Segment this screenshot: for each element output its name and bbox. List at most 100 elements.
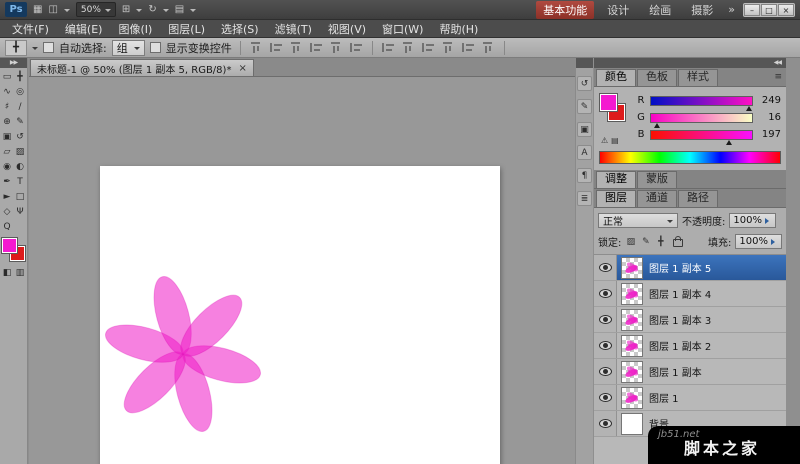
- clone-stamp-tool[interactable]: ▣: [1, 129, 14, 144]
- distribute-vertical-centers-button[interactable]: [401, 41, 416, 54]
- brushes-panel-icon[interactable]: ✎: [577, 99, 592, 114]
- document-tab[interactable]: 未标题-1 @ 50% (图层 1 副本 5, RGB/8)* ×: [30, 59, 254, 76]
- visibility-toggle[interactable]: [594, 359, 617, 384]
- zoom-level-select[interactable]: 50%: [76, 2, 116, 17]
- history-brush-tool[interactable]: ↺: [14, 129, 27, 144]
- layer-thumbnail[interactable]: [621, 387, 643, 409]
- move-tool[interactable]: ╋: [14, 69, 27, 84]
- lock-all-icon[interactable]: [673, 239, 683, 247]
- tab-paths[interactable]: 路径: [678, 190, 718, 207]
- auto-select-scope-select[interactable]: 组: [112, 40, 145, 56]
- gradient-tool[interactable]: ▨: [14, 144, 27, 159]
- menu-layer[interactable]: 图层(L): [160, 21, 213, 37]
- layer-row[interactable]: 图层 1 副本 5: [594, 255, 786, 281]
- layer-row-main[interactable]: 图层 1 副本: [617, 359, 786, 384]
- arrange-documents-icon[interactable]: ▤: [175, 5, 184, 15]
- layer-row-main[interactable]: 图层 1: [617, 385, 786, 410]
- tab-masks[interactable]: 蒙版: [637, 171, 677, 188]
- align-left-edges-button[interactable]: [309, 41, 324, 54]
- spinner-arrow-icon[interactable]: [765, 218, 772, 224]
- color-spectrum-ramp[interactable]: [599, 151, 781, 164]
- auto-select-checkbox[interactable]: [43, 42, 54, 53]
- red-channel-slider[interactable]: [650, 96, 753, 106]
- menu-select[interactable]: 选择(S): [213, 21, 267, 37]
- websafe-cube-icon[interactable]: ▤: [611, 136, 619, 145]
- workspace-overflow-icon[interactable]: »: [726, 3, 737, 16]
- dock-strip-header[interactable]: [576, 58, 593, 68]
- workspace-design-button[interactable]: 设计: [600, 1, 636, 19]
- layer-name[interactable]: 图层 1 副本 2: [649, 338, 711, 353]
- tab-layers[interactable]: 图层: [596, 190, 636, 207]
- layer-name[interactable]: 图层 1 副本 4: [649, 286, 711, 301]
- spot-healing-brush-tool[interactable]: ⊕: [1, 114, 14, 129]
- visibility-toggle[interactable]: [594, 281, 617, 306]
- tab-adjustments[interactable]: 调整: [596, 171, 636, 188]
- menu-view[interactable]: 视图(V): [320, 21, 374, 37]
- layer-name[interactable]: 图层 1 副本: [649, 364, 702, 379]
- character-panel-icon[interactable]: A: [577, 145, 592, 160]
- view-extras-icon[interactable]: ◫: [48, 5, 57, 15]
- layer-name[interactable]: 图层 1 副本 5: [649, 260, 711, 275]
- opacity-input[interactable]: 100%: [729, 213, 776, 228]
- tab-color[interactable]: 颜色: [596, 69, 636, 86]
- visibility-toggle[interactable]: [594, 307, 617, 332]
- blend-mode-select[interactable]: 正常: [598, 213, 678, 228]
- layer-row-main[interactable]: 图层 1 副本 3: [617, 307, 786, 332]
- tab-swatches[interactable]: 色板: [637, 69, 677, 86]
- close-button[interactable]: ×: [778, 4, 794, 16]
- bridge-icon[interactable]: ▦: [33, 5, 42, 15]
- minimize-button[interactable]: –: [744, 4, 760, 16]
- menu-edit[interactable]: 编辑(E): [57, 21, 111, 37]
- screen-mode-icon[interactable]: ▥: [14, 265, 27, 280]
- quick-mask-icon[interactable]: ◧: [1, 265, 14, 280]
- lock-position-icon[interactable]: ╋: [655, 237, 666, 247]
- blur-tool[interactable]: ◉: [1, 159, 14, 174]
- layer-row[interactable]: 图层 1 副本 4: [594, 281, 786, 307]
- layer-row[interactable]: 图层 1 副本 3: [594, 307, 786, 333]
- hand-tool-icon[interactable]: ⊞: [122, 5, 130, 15]
- gamut-warning-icon[interactable]: ⚠: [601, 136, 608, 145]
- foreground-color-swatch[interactable]: [2, 238, 17, 253]
- crop-tool[interactable]: ♯: [1, 99, 14, 114]
- workspace-painting-button[interactable]: 绘画: [642, 1, 678, 19]
- quick-selection-tool[interactable]: ◎: [14, 84, 27, 99]
- tab-channels[interactable]: 通道: [637, 190, 677, 207]
- rectangular-marquee-tool[interactable]: ▭: [1, 69, 14, 84]
- photoshop-logo[interactable]: Ps: [5, 2, 27, 17]
- green-channel-value[interactable]: 16: [757, 112, 781, 123]
- pen-tool[interactable]: ✒: [1, 174, 14, 189]
- document-canvas[interactable]: [100, 166, 500, 464]
- eyedropper-tool[interactable]: ∕: [14, 99, 27, 114]
- paragraph-panel-icon[interactable]: ¶: [577, 168, 592, 183]
- type-tool[interactable]: T: [14, 174, 27, 189]
- layer-thumbnail[interactable]: [621, 335, 643, 357]
- show-transform-checkbox[interactable]: [150, 42, 161, 53]
- align-top-edges-button[interactable]: [249, 41, 264, 54]
- blue-channel-slider[interactable]: [650, 130, 753, 140]
- distribute-top-edges-button[interactable]: [381, 41, 396, 54]
- layer-name[interactable]: 图层 1 副本 3: [649, 312, 711, 327]
- align-horizontal-centers-button[interactable]: [329, 41, 344, 54]
- layer-row[interactable]: 图层 1 副本 2: [594, 333, 786, 359]
- workspace-essentials-button[interactable]: 基本功能: [536, 1, 594, 19]
- menu-image[interactable]: 图像(I): [110, 21, 160, 37]
- slider-handle[interactable]: [726, 137, 732, 145]
- panel-menu-icon[interactable]: ≡: [774, 72, 782, 82]
- info-panel-icon[interactable]: ≣: [577, 191, 592, 206]
- red-channel-value[interactable]: 249: [757, 95, 781, 106]
- lock-image-pixels-icon[interactable]: ✎: [640, 237, 651, 247]
- visibility-toggle[interactable]: [594, 411, 617, 436]
- tools-panel-collapse-button[interactable]: ▶▶: [0, 58, 27, 68]
- dodge-tool[interactable]: ◐: [14, 159, 27, 174]
- eraser-tool[interactable]: ▱: [1, 144, 14, 159]
- visibility-toggle[interactable]: [594, 255, 617, 280]
- 3d-rotate-tool[interactable]: ◇: [1, 204, 14, 219]
- layer-thumbnail[interactable]: [621, 309, 643, 331]
- align-right-edges-button[interactable]: [349, 41, 364, 54]
- visibility-toggle[interactable]: [594, 385, 617, 410]
- distribute-horizontal-centers-button[interactable]: [461, 41, 476, 54]
- visibility-toggle[interactable]: [594, 333, 617, 358]
- lock-transparent-pixels-icon[interactable]: ▨: [625, 237, 636, 247]
- distribute-bottom-edges-button[interactable]: [421, 41, 436, 54]
- foreground-color-swatch[interactable]: [600, 94, 617, 111]
